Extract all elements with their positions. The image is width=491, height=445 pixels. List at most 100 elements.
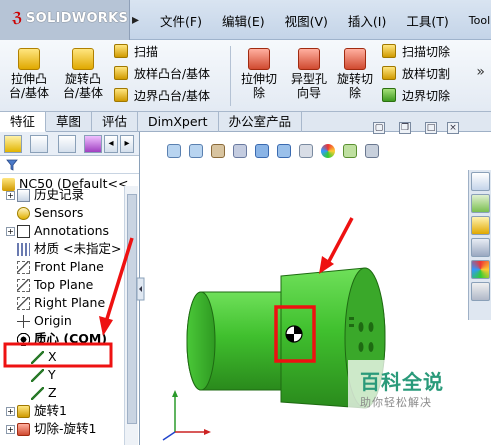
tree-item[interactable]: + 旋转1 xyxy=(0,402,124,420)
revolve-boss-icon xyxy=(72,48,94,70)
axis-icon xyxy=(31,368,44,382)
property-manager-tab-icon[interactable] xyxy=(30,135,48,153)
boundary-boss-button[interactable]: 边界凸台/基体 xyxy=(114,84,210,106)
tree-item-label: X xyxy=(48,349,57,364)
appearances-icon[interactable] xyxy=(471,260,490,279)
tab-evaluate[interactable]: 评估 xyxy=(92,112,139,132)
feature-tree-scrollbar[interactable] xyxy=(124,186,138,445)
hole-wizard-button[interactable]: 异型孔 向导 xyxy=(284,44,334,100)
loft-cut-button[interactable]: 放样切割 xyxy=(382,62,450,84)
loft-cut-icon xyxy=(382,66,396,80)
expand-plus-icon[interactable]: + xyxy=(6,424,15,434)
text-mark-icon xyxy=(349,317,354,320)
tree-item[interactable]: + Annotations xyxy=(0,222,124,240)
tab-office-products[interactable]: 办公室产品 xyxy=(219,112,303,132)
tree-item[interactable]: Sensors xyxy=(0,204,124,222)
scrollbar-thumb[interactable] xyxy=(127,194,137,424)
tree-item-label: Y xyxy=(48,367,56,382)
center-of-mass-icon[interactable] xyxy=(285,325,303,343)
graphics-area[interactable]: ▢ ❐ □ × 百科全说 助你轻松解决 xyxy=(141,122,468,445)
ribbon-more-icon[interactable]: » xyxy=(476,64,485,80)
sweep-button[interactable]: 扫描 xyxy=(114,40,210,62)
feature-manager-toolbar: ◂ ▸ xyxy=(0,132,139,156)
feature-filter-bar[interactable] xyxy=(0,156,139,174)
view-palette-icon[interactable] xyxy=(471,238,490,257)
arrow-to-part-icon xyxy=(319,217,354,274)
custom-properties-icon[interactable] xyxy=(471,282,490,301)
cut-icon xyxy=(17,422,30,436)
tab-sketch[interactable]: 草图 xyxy=(46,112,93,132)
hole-wizard-icon xyxy=(298,48,320,70)
coordinate-triad-icon xyxy=(162,390,211,441)
tree-item[interactable]: Front Plane xyxy=(0,258,124,276)
tree-item-label: Z xyxy=(48,385,57,400)
tree-item[interactable]: Right Plane xyxy=(0,294,124,312)
tree-item-label: 材质 <未指定> xyxy=(34,241,122,256)
tree-item[interactable]: X xyxy=(0,348,124,366)
panel-scroll-left-icon[interactable]: ◂ xyxy=(104,135,118,153)
tree-item-label: Annotations xyxy=(34,223,110,238)
menu-file[interactable]: 文件(F) xyxy=(150,11,212,30)
menu-view[interactable]: 视图(V) xyxy=(275,11,338,30)
tree-item-label: Sensors xyxy=(34,205,84,220)
menu-tools[interactable]: 工具(T) xyxy=(396,11,458,30)
tree-item[interactable]: + 历史记录 xyxy=(0,186,124,204)
command-manager: 拉伸凸 台/基体 旋转凸 台/基体 扫描 放样凸台/基体 边界凸台/基体 拉伸切… xyxy=(0,40,491,112)
tree-item[interactable]: 质心 (COM) xyxy=(0,330,124,348)
revolve-boss-button[interactable]: 旋转凸 台/基体 xyxy=(58,44,108,100)
dimxpert-manager-tab-icon[interactable] xyxy=(84,135,102,153)
boundary-icon xyxy=(114,88,128,102)
sweep-cut-icon xyxy=(382,44,396,58)
tree-item-label: 质心 (COM) xyxy=(34,331,108,346)
menu-toolbox[interactable]: Toolbox xyxy=(459,14,491,27)
ribbon-separator xyxy=(230,46,231,106)
extrude-boss-icon xyxy=(18,48,40,70)
panel-scroll-right-icon[interactable]: ▸ xyxy=(120,135,134,153)
menu-insert[interactable]: 插入(I) xyxy=(338,11,396,30)
logo-flyout-arrow-icon[interactable]: ▸ xyxy=(132,12,139,28)
tree-item-label: 旋转1 xyxy=(34,403,67,418)
plane-icon xyxy=(17,296,30,310)
solidworks-resources-icon[interactable] xyxy=(471,172,490,191)
solidworks-logo[interactable]: ℨ SOLIDWORKS xyxy=(0,0,130,40)
tree-item[interactable]: 材质 <未指定> xyxy=(0,240,124,258)
menu-edit[interactable]: 编辑(E) xyxy=(212,11,275,30)
extrude-cut-button[interactable]: 拉伸切 除 xyxy=(234,44,284,100)
com-icon xyxy=(17,332,30,346)
tree-item[interactable]: Top Plane xyxy=(0,276,124,294)
tree-item[interactable]: Y xyxy=(0,366,124,384)
text-mark-icon xyxy=(349,324,354,327)
tab-dimxpert[interactable]: DimXpert xyxy=(138,112,219,132)
tree-item[interactable]: Z xyxy=(0,384,124,402)
loft-icon xyxy=(114,66,128,80)
axis-icon xyxy=(31,350,44,364)
revolve-icon xyxy=(17,404,30,418)
feature-tree-tab-icon[interactable] xyxy=(4,135,22,153)
command-tabs: 特征 草图 评估 DimXpert 办公室产品 xyxy=(0,112,491,132)
design-library-icon[interactable] xyxy=(471,194,490,213)
sweep-icon xyxy=(114,44,128,58)
boundary-cut-button[interactable]: 边界切除 xyxy=(382,84,450,106)
tree-item[interactable]: Origin xyxy=(0,312,124,330)
sweep-cut-button[interactable]: 扫描切除 xyxy=(382,40,450,62)
expand-plus-icon[interactable]: + xyxy=(6,226,15,236)
cut-small-buttons: 扫描切除 放样切割 边界切除 xyxy=(382,40,450,106)
file-explorer-icon[interactable] xyxy=(471,216,490,235)
boss-small-buttons: 扫描 放样凸台/基体 边界凸台/基体 xyxy=(114,40,210,106)
annotation-icon xyxy=(17,224,30,238)
tree-item[interactable]: + 切除-旋转1 xyxy=(0,420,124,438)
extrude-boss-button[interactable]: 拉伸凸 台/基体 xyxy=(4,44,54,100)
configuration-manager-tab-icon[interactable] xyxy=(58,135,76,153)
expand-plus-icon[interactable]: + xyxy=(6,406,15,416)
task-pane xyxy=(468,170,491,320)
material-icon xyxy=(17,242,30,256)
tab-features[interactable]: 特征 xyxy=(0,112,47,132)
revolve-cut-button[interactable]: 旋转切 除 xyxy=(330,44,380,100)
loft-boss-button[interactable]: 放样凸台/基体 xyxy=(114,62,210,84)
tree-item-label: Origin xyxy=(34,313,72,328)
feature-tree: + 历史记录 Sensors + Annotations 材质 <未指定> Front Pl… xyxy=(0,186,124,438)
sensor-icon xyxy=(17,206,30,220)
expand-plus-icon[interactable]: + xyxy=(6,190,15,200)
